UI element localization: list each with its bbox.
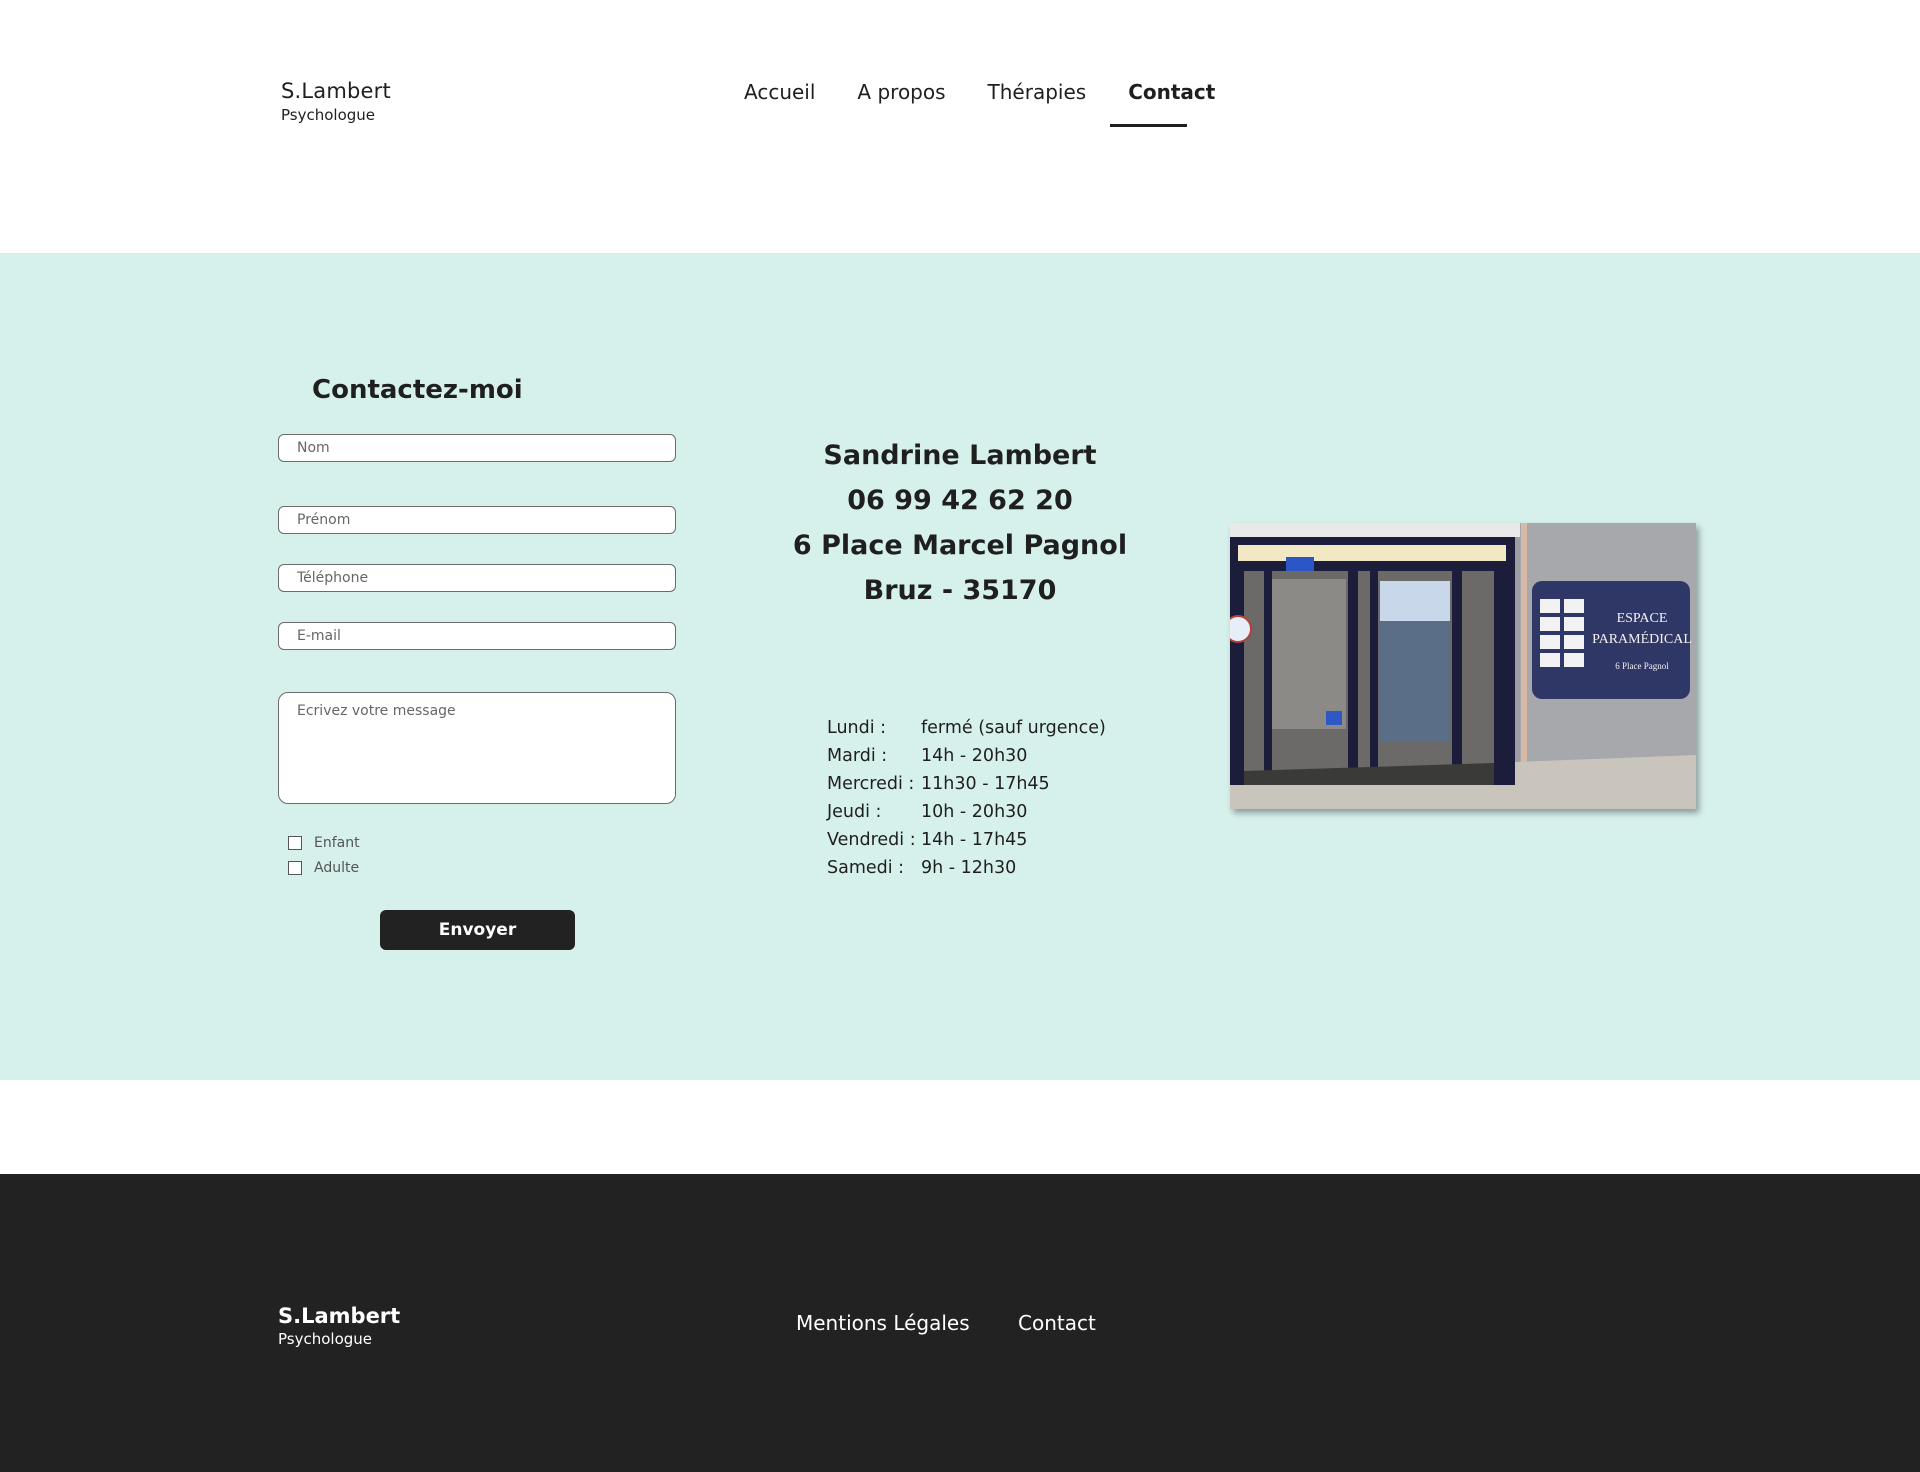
nav-therapies[interactable]: Thérapies bbox=[988, 80, 1087, 104]
phone-number: 06 99 42 62 20 bbox=[847, 485, 1073, 516]
hours-day: Mercredi : bbox=[827, 774, 915, 794]
checkbox-enfant-row[interactable]: Enfant bbox=[288, 835, 360, 851]
footer-link-contact[interactable]: Contact bbox=[1018, 1311, 1096, 1335]
contact-info: Sandrine Lambert 06 99 42 62 20 6 Place … bbox=[760, 433, 1160, 613]
telephone-field[interactable] bbox=[278, 564, 676, 592]
office-entrance-illustration: ESPACE PARAMÉDICAL 6 Place Pagnol bbox=[1230, 523, 1696, 809]
nom-field[interactable] bbox=[278, 434, 676, 462]
sign-line-3: 6 Place Pagnol bbox=[1615, 661, 1669, 671]
hours-row: Mardi : 14h - 20h30 bbox=[827, 742, 1106, 770]
nav-contact[interactable]: Contact bbox=[1128, 80, 1215, 104]
hours-row: Jeudi : 10h - 20h30 bbox=[827, 798, 1106, 826]
hours-row: Vendredi : 14h - 17h45 bbox=[827, 826, 1106, 854]
hours-time: 11h30 - 17h45 bbox=[921, 774, 1050, 794]
footer-logo-name: S.Lambert bbox=[278, 1304, 401, 1328]
checkbox-adulte[interactable] bbox=[288, 861, 302, 875]
hours-time: 14h - 17h45 bbox=[921, 830, 1028, 850]
nav-a-propos[interactable]: A propos bbox=[857, 80, 945, 104]
active-nav-indicator bbox=[1110, 124, 1187, 127]
logo-subtitle: Psychologue bbox=[281, 106, 376, 124]
therapist-name: Sandrine Lambert bbox=[823, 440, 1097, 471]
sign-line-1: ESPACE bbox=[1617, 611, 1668, 626]
message-field[interactable] bbox=[278, 692, 676, 804]
office-entrance-photo: ESPACE PARAMÉDICAL 6 Place Pagnol bbox=[1230, 523, 1696, 809]
city-address: Bruz - 35170 bbox=[863, 575, 1057, 606]
prenom-field[interactable] bbox=[278, 506, 676, 534]
footer-link-mentions-legales[interactable]: Mentions Légales bbox=[796, 1311, 970, 1335]
opening-hours: Lundi : fermé (sauf urgence) Mardi : 14h… bbox=[827, 714, 1106, 882]
hours-time: 10h - 20h30 bbox=[921, 802, 1028, 822]
hours-day: Jeudi : bbox=[827, 802, 882, 822]
street-address: 6 Place Marcel Pagnol bbox=[792, 530, 1128, 561]
hours-time: fermé (sauf urgence) bbox=[921, 718, 1106, 738]
checkbox-adulte-row[interactable]: Adulte bbox=[288, 860, 359, 876]
site-header: S.Lambert Psychologue Accueil A propos T… bbox=[0, 0, 1920, 253]
hours-time: 9h - 12h30 bbox=[921, 858, 1017, 878]
footer-logo-subtitle: Psychologue bbox=[278, 1330, 373, 1348]
checkbox-adulte-label: Adulte bbox=[314, 860, 360, 876]
send-button[interactable]: Envoyer bbox=[380, 910, 575, 950]
sign-line-2: PARAMÉDICAL bbox=[1592, 630, 1692, 647]
hours-time: 14h - 20h30 bbox=[921, 746, 1028, 766]
hours-day: Samedi : bbox=[827, 858, 905, 878]
logo-name: S.Lambert bbox=[281, 79, 391, 103]
email-field[interactable] bbox=[278, 622, 676, 650]
hours-row: Lundi : fermé (sauf urgence) bbox=[827, 714, 1106, 742]
hours-day: Mardi : bbox=[827, 746, 888, 766]
checkbox-enfant-label: Enfant bbox=[314, 835, 360, 851]
nav-accueil[interactable]: Accueil bbox=[744, 80, 815, 104]
site-logo[interactable]: S.Lambert Psychologue bbox=[281, 79, 391, 124]
main-nav: Accueil A propos Thérapies Contact bbox=[744, 80, 1257, 104]
hours-day: Lundi : bbox=[827, 718, 887, 738]
hours-day: Vendredi : bbox=[827, 830, 916, 850]
hours-row: Samedi : 9h - 12h30 bbox=[827, 854, 1106, 882]
checkbox-enfant[interactable] bbox=[288, 836, 302, 850]
hours-row: Mercredi : 11h30 - 17h45 bbox=[827, 770, 1106, 798]
form-title: Contactez-moi bbox=[312, 375, 523, 405]
footer-logo[interactable]: S.Lambert Psychologue bbox=[278, 1304, 400, 1348]
